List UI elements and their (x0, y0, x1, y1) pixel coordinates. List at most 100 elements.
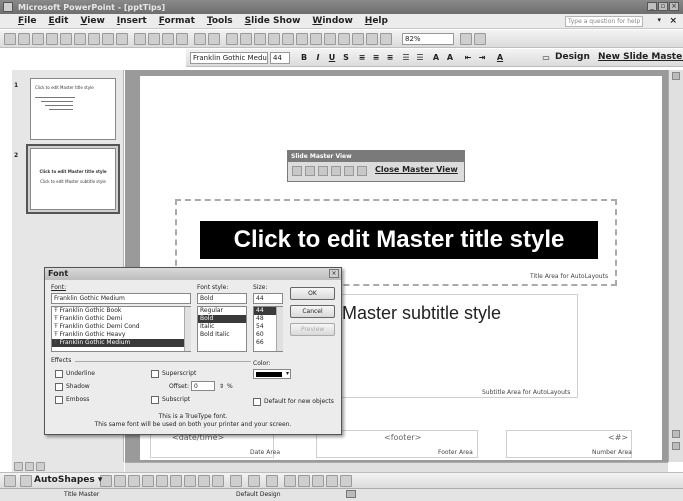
color-grayscale-icon[interactable] (310, 33, 322, 45)
preserve-master-icon[interactable] (331, 166, 341, 176)
oval-icon[interactable] (142, 475, 154, 487)
help-dropdown-icon[interactable]: ▾ (657, 16, 661, 24)
shadow-style-icon[interactable] (326, 475, 338, 487)
minimize-icon[interactable]: _ (647, 2, 657, 11)
default-new-objects-checkbox[interactable] (253, 398, 261, 406)
size-field[interactable]: 44 (253, 293, 283, 304)
menu-view[interactable]: View (80, 16, 104, 26)
ok-button[interactable]: OK (290, 287, 335, 300)
autoshapes-button[interactable]: AutoShapes ▾ (34, 475, 102, 485)
print-icon[interactable] (74, 33, 86, 45)
textbox-draw-icon[interactable] (156, 475, 168, 487)
increase-indent-icon[interactable]: ⇥ (476, 52, 488, 64)
font-list-item-selected[interactable]: Ŧ Franklin Gothic Medium (52, 339, 190, 347)
delete-master-icon[interactable] (318, 166, 328, 176)
cut-icon[interactable] (134, 33, 146, 45)
offset-field[interactable]: 0 (191, 381, 215, 391)
font-list-item[interactable]: Ŧ Franklin Gothic Demi Cond (52, 323, 190, 331)
font-list[interactable]: Ŧ Franklin Gothic Book Ŧ Franklin Gothic… (51, 306, 191, 352)
wordart-draw-icon[interactable] (170, 475, 182, 487)
size-list-scrollbar[interactable] (276, 307, 283, 351)
expand-all-icon[interactable] (268, 33, 280, 45)
slide-design-icon[interactable]: ▭ (540, 52, 552, 64)
previous-slide-icon[interactable] (672, 430, 680, 438)
permission-icon[interactable] (46, 33, 58, 45)
clipart-icon[interactable] (198, 475, 210, 487)
vertical-scrollbar[interactable] (668, 70, 683, 462)
paste-icon[interactable] (162, 33, 174, 45)
close-icon[interactable]: × (669, 2, 679, 11)
design-button[interactable]: Design (555, 52, 590, 62)
slide-sorter-icon[interactable] (25, 462, 34, 471)
offset-spinner-icon[interactable]: ⇕ (219, 383, 224, 390)
dialog-close-icon[interactable]: × (329, 269, 339, 278)
new-icon[interactable] (4, 33, 16, 45)
horizontal-scrollbar[interactable] (125, 462, 668, 472)
open-icon[interactable] (18, 33, 30, 45)
font-name-select[interactable]: Franklin Gothic Medu (190, 52, 268, 64)
redo-icon[interactable] (208, 33, 220, 45)
menu-format[interactable]: Format (159, 16, 195, 26)
line-style-icon[interactable] (284, 475, 296, 487)
table-icon[interactable] (240, 33, 252, 45)
font-style-list[interactable]: Regular Bold Italic Bold Italic (197, 306, 247, 352)
preview-button[interactable]: Preview (290, 323, 335, 336)
font-list-item[interactable]: Ŧ Franklin Gothic Demi (52, 315, 190, 323)
color-picker[interactable]: ▾ (253, 369, 291, 379)
align-center-icon[interactable]: ≡ (370, 52, 382, 64)
menu-help[interactable]: Help (365, 16, 388, 26)
style-list-item[interactable]: Italic (198, 323, 246, 331)
font-color-icon[interactable]: A (494, 52, 506, 64)
diagram-icon[interactable] (352, 33, 364, 45)
draw-menu-icon[interactable] (4, 475, 16, 487)
underline-checkbox[interactable] (55, 370, 63, 378)
chart-icon[interactable] (226, 33, 238, 45)
font-list-item[interactable]: Ŧ Franklin Gothic Heavy (52, 331, 190, 339)
help-icon[interactable] (460, 33, 472, 45)
copy-icon[interactable] (148, 33, 160, 45)
decrease-font-icon[interactable]: A (444, 52, 456, 64)
document-close-icon[interactable]: × (669, 16, 677, 26)
diagram-draw-icon[interactable] (184, 475, 196, 487)
select-objects-icon[interactable] (20, 475, 32, 487)
font-color-draw-icon[interactable] (266, 475, 278, 487)
app-icon[interactable] (3, 2, 13, 12)
menu-window[interactable]: Window (312, 16, 352, 26)
style-list-item-selected[interactable]: Bold (198, 315, 246, 323)
picture-icon[interactable] (212, 475, 224, 487)
spelling-icon[interactable] (102, 33, 114, 45)
align-left-icon[interactable]: ≡ (356, 52, 368, 64)
print-preview-icon[interactable] (88, 33, 100, 45)
arrow-icon[interactable] (114, 475, 126, 487)
undo-icon[interactable] (194, 33, 206, 45)
rename-master-icon[interactable] (344, 166, 354, 176)
master-subtitle-text[interactable]: t Master subtitle style (332, 303, 501, 324)
rectangle-icon[interactable] (128, 475, 140, 487)
align-right-icon[interactable]: ≡ (384, 52, 396, 64)
menu-slide-show[interactable]: Slide Show (245, 16, 301, 26)
help-search-input[interactable]: Type a question for help (565, 16, 643, 27)
menu-file[interactable]: File (18, 16, 36, 26)
bold-icon[interactable]: B (298, 52, 310, 64)
show-formatting-icon[interactable] (282, 33, 294, 45)
emboss-checkbox[interactable] (55, 396, 63, 404)
master-title-text[interactable]: Click to edit Master title style (200, 221, 598, 259)
menu-insert[interactable]: Insert (117, 16, 147, 26)
superscript-checkbox[interactable] (151, 370, 159, 378)
line-color-icon[interactable] (248, 475, 260, 487)
font-list-scrollbar[interactable] (184, 307, 191, 351)
font-name-field[interactable]: Franklin Gothic Medium (51, 293, 191, 304)
slide-show-icon[interactable] (36, 462, 45, 471)
restore-icon[interactable]: ▫ (658, 2, 668, 11)
text-box-icon[interactable] (366, 33, 378, 45)
bullets-icon[interactable]: ☰ (414, 52, 426, 64)
close-master-view-button[interactable]: Close Master View (375, 165, 458, 174)
shadow-checkbox[interactable] (55, 383, 63, 391)
research-icon[interactable] (116, 33, 128, 45)
font-list-item[interactable]: Ŧ Franklin Gothic Book (52, 307, 190, 315)
font-style-field[interactable]: Bold (197, 293, 247, 304)
grid-icon[interactable] (296, 33, 308, 45)
font-size-select[interactable]: 44 (270, 52, 290, 64)
3d-style-icon[interactable] (340, 475, 352, 487)
save-icon[interactable] (32, 33, 44, 45)
